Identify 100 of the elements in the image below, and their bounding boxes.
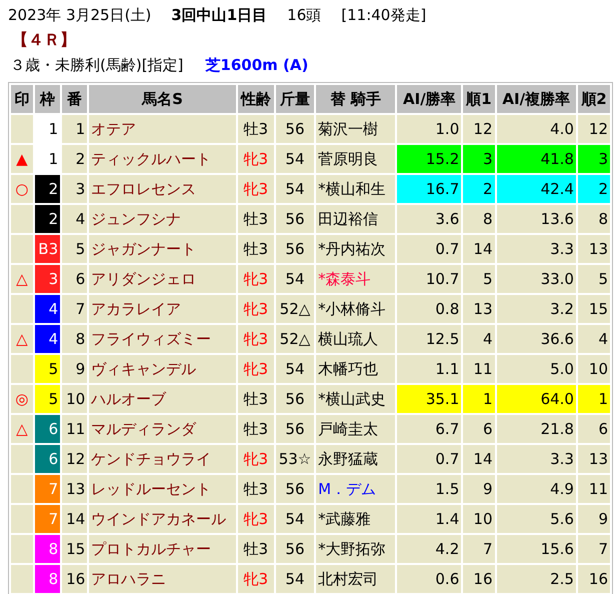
race-number: 【４Ｒ】 bbox=[12, 30, 76, 49]
table-cell: *小林脩斗 bbox=[316, 295, 396, 323]
table-cell: *横山武史 bbox=[316, 385, 396, 413]
table-cell: 8 bbox=[34, 535, 60, 563]
table-cell: 4.0 bbox=[496, 115, 576, 143]
table-cell: 4.2 bbox=[397, 535, 462, 563]
table-cell: 56 bbox=[276, 385, 314, 413]
table-cell: エフロレセンス bbox=[89, 175, 236, 203]
table-cell: 36.6 bbox=[496, 325, 576, 353]
column-header: AI/複勝率 bbox=[496, 85, 576, 113]
table-cell: 5 bbox=[62, 235, 88, 263]
table-cell: 菅原明良 bbox=[316, 145, 396, 173]
table-cell: 牝3 bbox=[238, 565, 274, 593]
table-cell: *武藤雅 bbox=[316, 505, 396, 533]
table-cell: 1 bbox=[578, 385, 610, 413]
table-cell: アリダンジェロ bbox=[89, 265, 236, 293]
table-cell: ケンドチョウライ bbox=[89, 445, 236, 473]
table-cell: 6 bbox=[578, 415, 610, 443]
table-cell: 54 bbox=[276, 355, 314, 383]
table-cell: 4 bbox=[62, 205, 88, 233]
table-cell: 13 bbox=[463, 295, 494, 323]
table-cell: 3 bbox=[62, 175, 88, 203]
table-cell: 11 bbox=[578, 475, 610, 503]
table-cell: ◎ bbox=[11, 385, 33, 413]
table-cell: 13 bbox=[578, 235, 610, 263]
table-cell: 53☆ bbox=[276, 445, 314, 473]
table-cell: 5 bbox=[578, 265, 610, 293]
table-cell: 11 bbox=[463, 355, 494, 383]
table-cell: 13 bbox=[578, 445, 610, 473]
table-cell: 41.8 bbox=[496, 145, 576, 173]
column-header: 馬名S bbox=[89, 85, 236, 113]
meeting-title: 3回中山1日目 bbox=[171, 6, 268, 25]
table-cell: 5 bbox=[34, 355, 60, 383]
table-cell: 3.3 bbox=[496, 235, 576, 263]
table-cell: 0.8 bbox=[397, 295, 462, 323]
table-cell: 1.5 bbox=[397, 475, 462, 503]
table-cell: 4 bbox=[463, 325, 494, 353]
table-cell: 54 bbox=[276, 145, 314, 173]
table-cell: 56 bbox=[276, 235, 314, 263]
race-date: 2023年 3月25日(土) bbox=[8, 6, 152, 25]
table-cell: 42.4 bbox=[496, 175, 576, 203]
table-cell: 10 bbox=[62, 385, 88, 413]
table-cell: 3 bbox=[463, 145, 494, 173]
table-cell: 56 bbox=[276, 115, 314, 143]
start-time: [11:40発走] bbox=[341, 6, 426, 25]
table-cell: 9 bbox=[578, 505, 610, 533]
table-cell: 12.5 bbox=[397, 325, 462, 353]
table-cell: 5 bbox=[463, 265, 494, 293]
table-cell: 10 bbox=[463, 505, 494, 533]
table-cell: 15.2 bbox=[397, 145, 462, 173]
table-cell: プロトカルチャー bbox=[89, 535, 236, 563]
table-cell: 11 bbox=[62, 415, 88, 443]
table-cell: 2 bbox=[62, 145, 88, 173]
table-cell: 16.7 bbox=[397, 175, 462, 203]
table-cell: 4.9 bbox=[496, 475, 576, 503]
table-cell: 牝3 bbox=[238, 265, 274, 293]
table-cell: *丹内祐次 bbox=[316, 235, 396, 263]
table-cell: 戸崎圭太 bbox=[316, 415, 396, 443]
table-cell: 56 bbox=[276, 415, 314, 443]
table-cell: 牡3 bbox=[238, 115, 274, 143]
table-cell: 15.6 bbox=[496, 535, 576, 563]
table-cell: 8 bbox=[34, 565, 60, 593]
table-cell: M．デム bbox=[316, 475, 396, 503]
table-cell: 1.4 bbox=[397, 505, 462, 533]
table-cell: 12 bbox=[463, 115, 494, 143]
table-cell: 牡3 bbox=[238, 535, 274, 563]
table-cell: 6 bbox=[62, 265, 88, 293]
table-cell: 12 bbox=[578, 115, 610, 143]
table-cell: 横山琉人 bbox=[316, 325, 396, 353]
table-cell: 12 bbox=[62, 445, 88, 473]
table-cell: 14 bbox=[62, 505, 88, 533]
table-cell: 牡3 bbox=[238, 385, 274, 413]
table-cell: 54 bbox=[276, 175, 314, 203]
column-header: 順1 bbox=[463, 85, 494, 113]
table-cell: 54 bbox=[276, 565, 314, 593]
table-cell: 牝3 bbox=[238, 445, 274, 473]
table-cell: 56 bbox=[276, 475, 314, 503]
table-cell: ジャガンナート bbox=[89, 235, 236, 263]
table-cell: 15 bbox=[578, 295, 610, 323]
table-cell: 33.0 bbox=[496, 265, 576, 293]
column-header: 番 bbox=[62, 85, 88, 113]
table-cell: 2 bbox=[578, 175, 610, 203]
table-cell: 1 bbox=[62, 115, 88, 143]
table-cell: 9 bbox=[62, 355, 88, 383]
table-cell: 3.6 bbox=[397, 205, 462, 233]
table-cell: 1.0 bbox=[397, 115, 462, 143]
table-cell: 3 bbox=[34, 265, 60, 293]
table-cell: 21.8 bbox=[496, 415, 576, 443]
table-cell: 7 bbox=[62, 295, 88, 323]
table-cell: 4 bbox=[34, 295, 60, 323]
table-cell: 2 bbox=[34, 205, 60, 233]
table-cell: 牡3 bbox=[238, 475, 274, 503]
table-cell: 56 bbox=[276, 535, 314, 563]
table-cell: 9 bbox=[463, 475, 494, 503]
table-cell: 64.0 bbox=[496, 385, 576, 413]
table-cell: 牝3 bbox=[238, 355, 274, 383]
table-cell: 2 bbox=[463, 175, 494, 203]
race-condition: ３歳・未勝利(馬齢)[指定] bbox=[10, 56, 184, 76]
table-cell: 16 bbox=[62, 565, 88, 593]
table-cell: *大野拓弥 bbox=[316, 535, 396, 563]
